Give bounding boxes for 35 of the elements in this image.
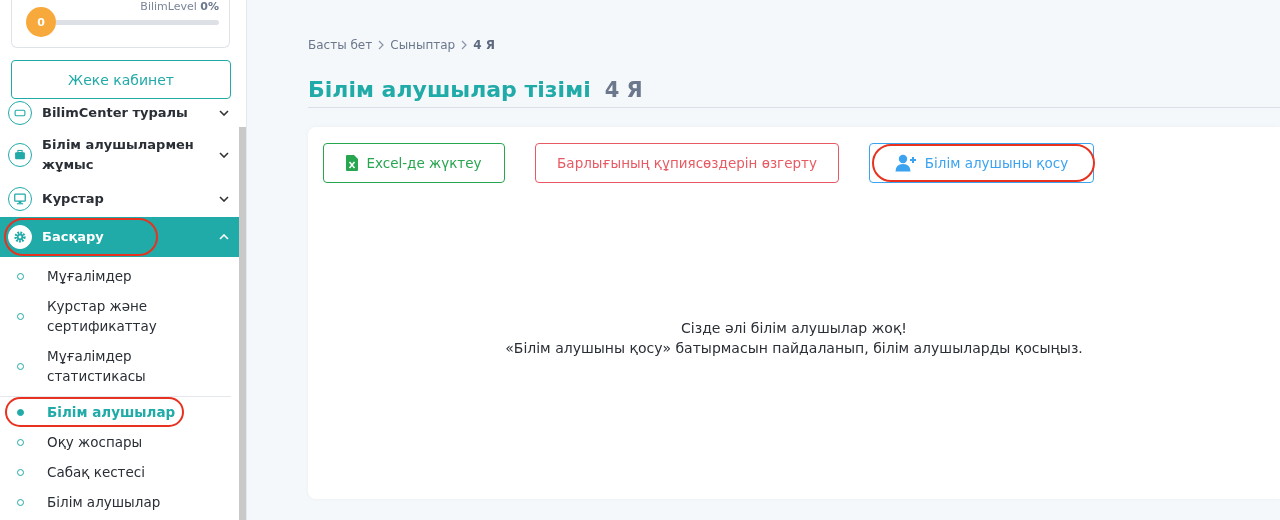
- level-label: BilimLevel 0%: [139, 0, 219, 13]
- class-name: 4 Я: [604, 78, 643, 102]
- menu-label: Білім алушылармен жұмыс: [42, 136, 195, 174]
- chevron-icon: [219, 196, 229, 202]
- page-title: Білім алушылар тізімі: [308, 77, 591, 102]
- menu-label: Курстар: [42, 190, 105, 208]
- menu-item[interactable]: BilimCenter туралы: [0, 101, 239, 129]
- add-user-icon: [894, 154, 917, 172]
- chevron-icon: [219, 234, 229, 240]
- submenu-item[interactable]: Білім алушылар: [0, 487, 239, 517]
- submenu-item[interactable]: Мұғалімдер: [0, 261, 239, 291]
- menu-label: Басқару: [42, 228, 105, 246]
- scrollbar-thumb[interactable]: [239, 127, 246, 520]
- chevron-icon: [219, 152, 229, 158]
- chevron-icon: [461, 40, 468, 50]
- monitor-icon: [8, 187, 32, 211]
- submenu-item[interactable]: Оқу жоспары: [0, 427, 239, 457]
- reset-passwords-button[interactable]: Барлығының құпиясөздерін өзгерту: [535, 143, 839, 183]
- submenu-item[interactable]: Курстар және сертификаттау: [0, 291, 239, 341]
- menu-item[interactable]: Білім алушылармен жұмыс: [0, 129, 239, 181]
- menu-item[interactable]: Курстар: [0, 181, 239, 217]
- spreadsheet-icon: [346, 155, 359, 171]
- submenu-item[interactable]: Мұғалімдер статистикасы: [0, 341, 231, 397]
- level-badge: 0: [26, 7, 56, 37]
- empty-message: «Білім алушыны қосу» батырмасын пайдаланып, білім алушыларды қосыңыз.: [505, 339, 1083, 358]
- chevron-icon: [378, 40, 385, 50]
- settings-icon: [8, 225, 32, 249]
- breadcrumb-link[interactable]: Басты бет: [308, 38, 373, 52]
- breadcrumb-link[interactable]: Сыныптар: [390, 38, 456, 52]
- briefcase-icon: [8, 143, 32, 167]
- submenu-item[interactable]: Сабақ кестесі: [0, 457, 239, 487]
- menu-label: BilimCenter туралы: [42, 104, 189, 122]
- logo-icon: [8, 101, 32, 125]
- empty-message: Сізде әлі білім алушылар жоқ!: [681, 319, 907, 338]
- chevron-icon: [219, 110, 229, 116]
